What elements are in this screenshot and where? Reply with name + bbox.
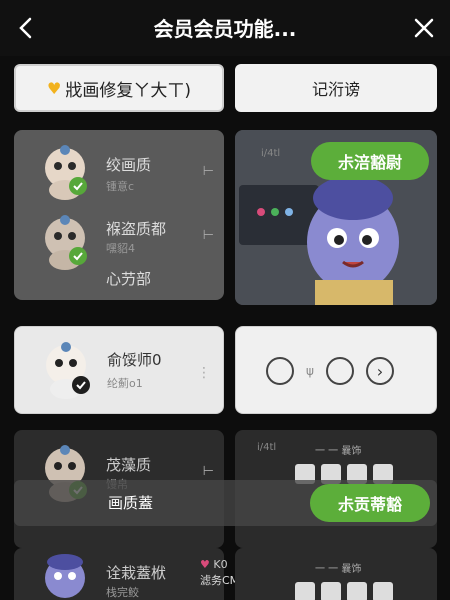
selected-row-overlay[interactable]: 画质蓋 尗贡蒂豁 <box>14 480 437 526</box>
circle-option-icon[interactable] <box>325 357 354 385</box>
feature-subtitle: 嘿貂4 <box>106 242 135 255</box>
feature-title: 俞馁师0 <box>107 351 162 369</box>
row-arrow-icon: ⊢ <box>202 464 214 479</box>
row-arrow-icon: ⊢ <box>202 228 214 243</box>
tag-label-2: 一 一 曩饰 <box>315 446 362 457</box>
header: 会员会员功能... <box>0 0 450 56</box>
feature-list: 绞画质 锺意c ⊢ 褓盗质都 嘿貂4 ⊢ 心芀部 i/4tl 尗涪豁尉 俞馁师0… <box>0 120 450 600</box>
feature-subtitle: 栈完鲛 <box>106 586 139 599</box>
overlay-label: 画质蓋 <box>108 494 154 512</box>
control-row: ψ › <box>266 357 394 385</box>
row-arrow-icon: ⊢ <box>202 164 214 179</box>
list-item[interactable]: 绞画质 锺意c ⊢ <box>14 138 224 208</box>
more-menu-icon[interactable]: ⋮ <box>197 365 211 381</box>
middle-glyph: ψ <box>306 364 314 378</box>
color-swatch-row-icon <box>295 582 393 600</box>
arrow-right-circle-icon[interactable]: › <box>365 357 394 385</box>
feature-footer-text: 心芀部 <box>106 270 152 288</box>
circle-option-icon[interactable] <box>266 357 294 385</box>
preview-card[interactable]: i/4tl 尗涪豁尉 <box>235 130 437 305</box>
repair-enlarge-button[interactable]: ♥ 戕画修复ㄚ大ㄒ) <box>14 64 224 112</box>
heart-icon: ♥ <box>200 558 210 571</box>
feature-card[interactable]: 俞馁师0 纶薊o1 ⋮ <box>14 326 224 414</box>
counter-label: K0 <box>213 558 228 571</box>
feature-title: 茂藻质 <box>106 456 152 474</box>
cartoon-baby-avatar-icon <box>45 215 87 270</box>
preview-card[interactable]: 一 一 曩饰 <box>235 548 437 600</box>
feature-card[interactable]: 诠栽蓋栿 栈完鲛 <box>14 548 224 600</box>
record-button[interactable]: 记洐谤 <box>235 64 437 112</box>
try-now-button[interactable]: 尗贡蒂豁 <box>310 484 430 522</box>
try-now-button[interactable]: 尗涪豁尉 <box>311 142 429 180</box>
cartoon-baby-avatar-icon <box>46 342 90 399</box>
tag-label: i/4tl <box>261 148 281 159</box>
feature-subtitle: 锺意c <box>106 180 135 193</box>
repair-enlarge-label: 戕画修复ㄚ大ㄒ) <box>65 80 191 101</box>
feature-title: 诠栽蓋栿 <box>106 564 167 582</box>
feature-card[interactable]: 绞画质 锺意c ⊢ 褓盗质都 嘿貂4 ⊢ 心芀部 <box>14 130 224 300</box>
preview-card[interactable]: ψ › <box>235 326 437 414</box>
heart-counter: ♥ K0 <box>200 558 228 571</box>
list-item[interactable]: 俞馁师0 纶薊o1 ⋮ <box>15 337 225 407</box>
feature-title: 褓盗质都 <box>106 220 167 238</box>
feature-subtitle: 纶薊o1 <box>107 377 143 390</box>
cartoon-baby-avatar-icon <box>45 145 87 200</box>
record-label: 记洐谤 <box>311 80 360 99</box>
page-title: 会员会员功能... <box>153 17 297 41</box>
tag-label-2: 一 一 曩饰 <box>315 564 362 575</box>
feature-title: 绞画质 <box>106 156 152 174</box>
list-item[interactable]: 诠栽蓋栿 栈完鲛 <box>14 548 224 600</box>
badge-bottom-label: 滤务CM <box>200 574 240 587</box>
cartoon-purple-avatar-icon <box>45 554 85 598</box>
heart-icon: ♥ <box>47 78 62 98</box>
close-icon[interactable] <box>410 14 438 42</box>
tag-label: i/4tl <box>257 442 277 453</box>
